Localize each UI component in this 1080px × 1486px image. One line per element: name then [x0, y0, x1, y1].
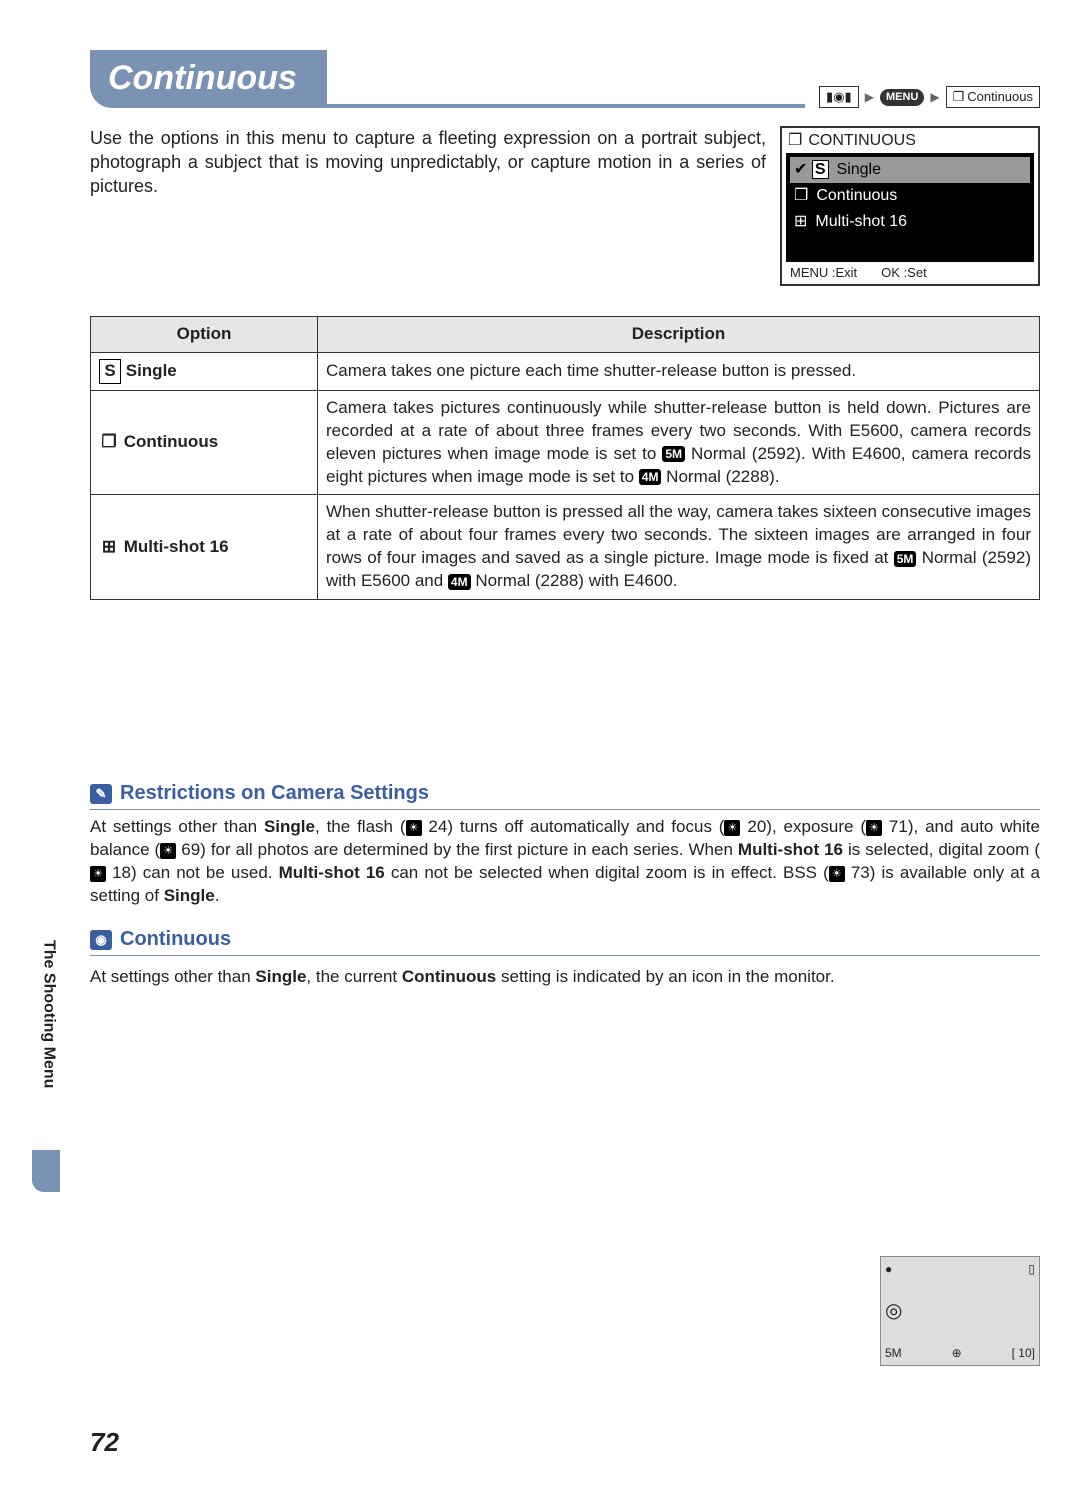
table-row: S Single Camera takes one picture each t… — [91, 352, 1040, 390]
ref-icon: ☀ — [406, 820, 422, 836]
target-icon: ⊕ — [952, 1345, 962, 1361]
ref-icon: ☀ — [90, 866, 106, 882]
single-icon: S — [99, 359, 121, 384]
continuous-indicator-icon: ◎ — [885, 1298, 1035, 1325]
ref-icon: ☀ — [866, 820, 882, 836]
lcd-preview: ❐ CONTINUOUS ✔ SSingle ❐Continuous ⊞Multi… — [780, 126, 1040, 286]
size-badge: 5M — [885, 1345, 902, 1361]
lcd-item: ❐Continuous — [790, 183, 1030, 209]
col-desc: Description — [318, 316, 1040, 352]
menu-badge: MENU — [880, 89, 924, 106]
lcd-foot-exit: MENU :Exit — [790, 264, 857, 282]
page-number: 72 — [90, 1425, 119, 1460]
table-row: ❐ Continuous Camera takes pictures conti… — [91, 390, 1040, 495]
ref-icon: ☀ — [829, 866, 845, 882]
note-continuous: At settings other than Single, the curre… — [90, 966, 1040, 989]
desc-continuous: Camera takes pictures continuously while… — [318, 390, 1040, 495]
desc-multishot: When shutter-release button is pressed a… — [318, 495, 1040, 600]
continuous-icon: ❐ — [99, 431, 119, 454]
mode-icon: ▮◉▮ — [819, 86, 859, 108]
table-row: ⊞ Multi-shot 16 When shutter-release but… — [91, 495, 1040, 600]
battery-icon: ▯ — [1028, 1261, 1035, 1277]
rec-icon: ● — [885, 1261, 892, 1277]
note-heading: ✎Restrictions on Camera Settings — [90, 780, 1040, 810]
ref-icon: ☀ — [160, 843, 176, 859]
lcd-item: ✔ SSingle — [790, 157, 1030, 183]
camera-icon: ◉ — [90, 930, 112, 950]
lcd-foot-set: OK :Set — [881, 264, 927, 282]
chevron-right-icon: ▶ — [930, 89, 939, 105]
shots-remaining: [ 10] — [1012, 1345, 1035, 1361]
multishot-icon: ⊞ — [99, 536, 119, 559]
note-heading: ◉Continuous — [90, 926, 1040, 956]
monitor-preview: ● ▯ ◎ 5M ⊕ [ 10] — [880, 1256, 1040, 1366]
title-rule — [327, 104, 805, 108]
pencil-icon: ✎ — [90, 784, 112, 804]
continuous-icon: ❐ — [788, 130, 802, 152]
page-title: Continuous — [90, 50, 327, 108]
note-restrictions: At settings other than Single, the flash… — [90, 816, 1040, 908]
breadcrumb-item: ❐ Continuous — [946, 86, 1040, 108]
lcd-heading: CONTINUOUS — [808, 130, 916, 152]
options-table: OptionDescription S Single Camera takes … — [90, 316, 1040, 600]
ref-icon: ☀ — [724, 820, 740, 836]
col-option: Option — [91, 316, 318, 352]
side-tab-icon — [32, 1150, 60, 1192]
chevron-right-icon: ▶ — [865, 89, 874, 105]
intro-text: Use the options in this menu to capture … — [90, 126, 766, 199]
lcd-item: ⊞Multi-shot 16 — [790, 209, 1030, 235]
side-tab: The Shooting Menu — [38, 940, 60, 1088]
breadcrumb: ▮◉▮ ▶ MENU ▶ ❐ Continuous — [819, 86, 1040, 108]
desc-single: Camera takes one picture each time shutt… — [318, 352, 1040, 390]
